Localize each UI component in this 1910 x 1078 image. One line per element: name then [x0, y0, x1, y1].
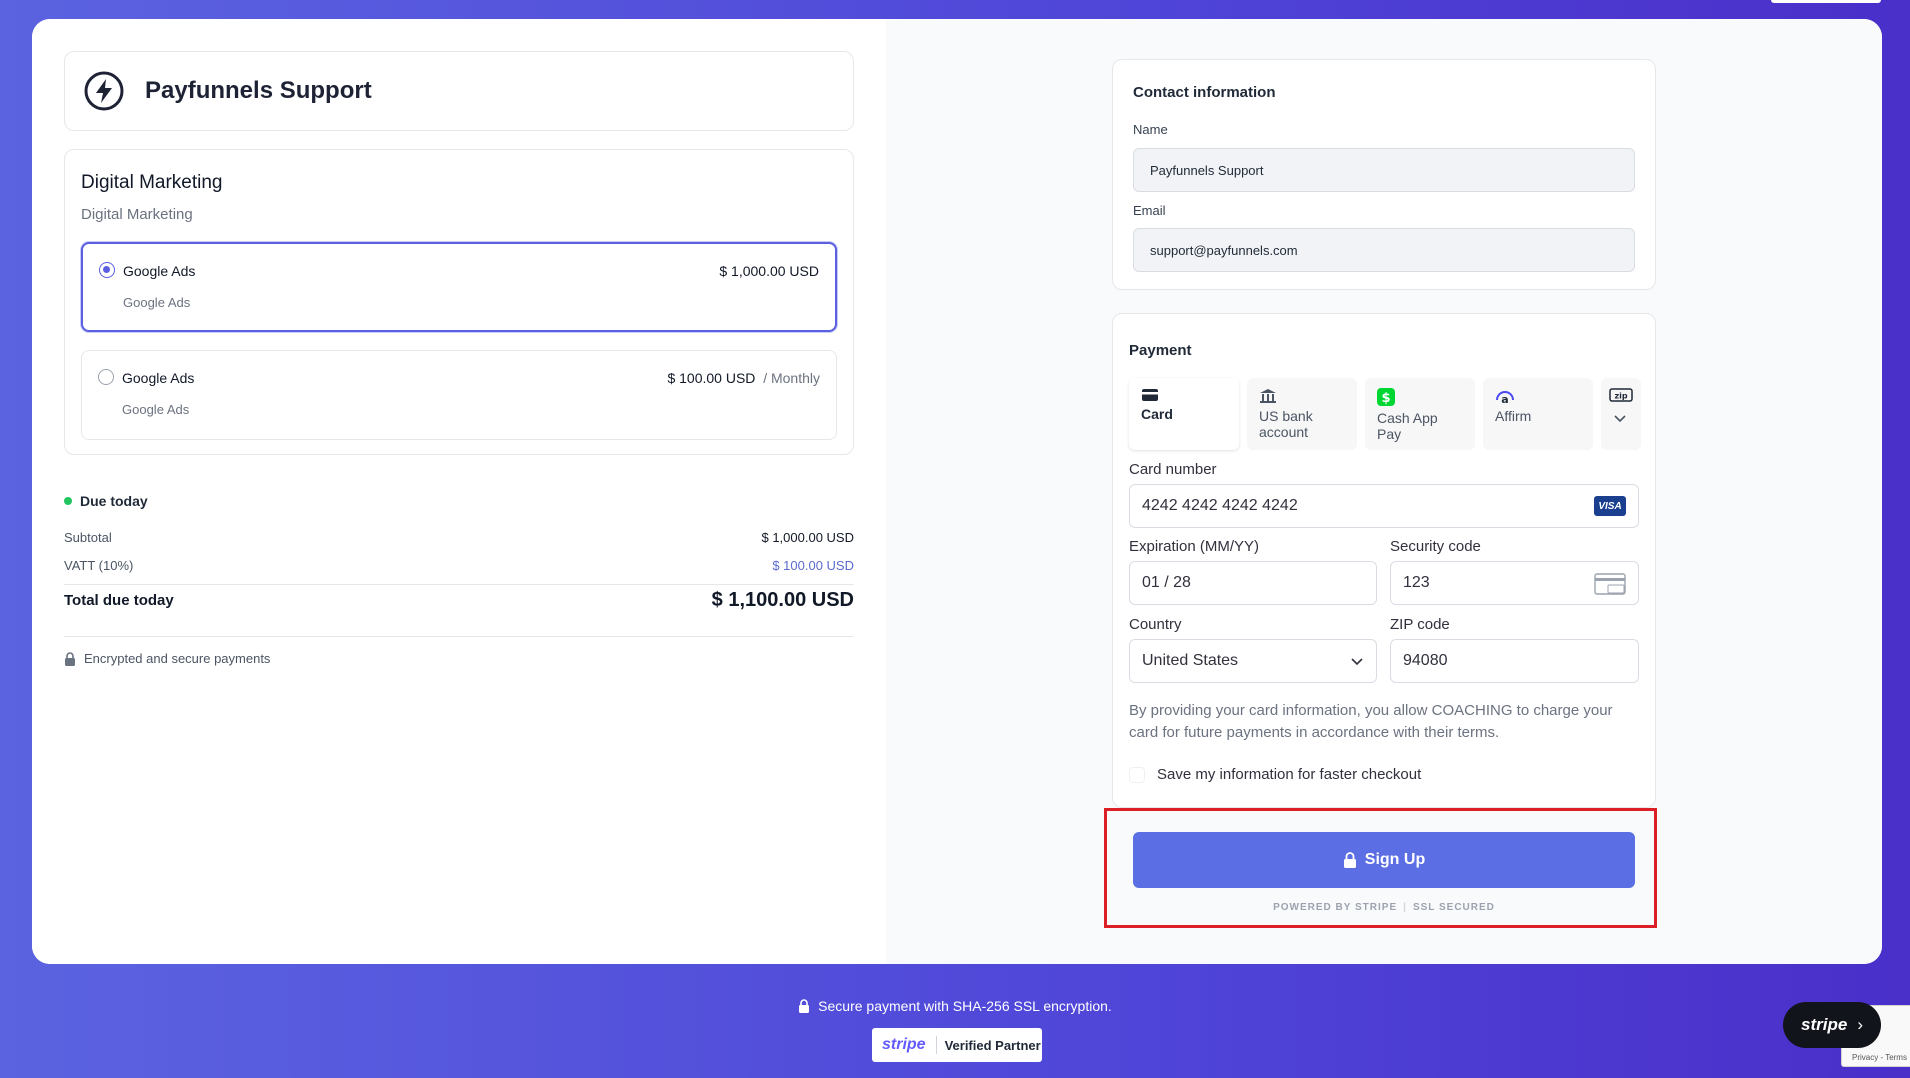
plan-radio[interactable]	[99, 262, 115, 278]
visa-icon: VISA	[1594, 496, 1626, 516]
expiration-label: Expiration (MM/YY)	[1129, 538, 1260, 555]
contact-title: Contact information	[1133, 84, 1276, 101]
cash-app-icon: $	[1377, 388, 1395, 406]
save-info-row[interactable]: Save my information for faster checkout	[1129, 766, 1421, 783]
expiration-input[interactable]: 01 / 28	[1129, 561, 1377, 605]
plan-name: Google Ads	[122, 370, 195, 386]
svg-text:a: a	[1501, 393, 1508, 404]
chevron-down-icon	[1614, 415, 1626, 423]
save-info-checkbox[interactable]	[1129, 766, 1145, 783]
tab-more-methods[interactable]: zip	[1601, 378, 1641, 450]
tax-value: $ 100.00 USD	[772, 558, 854, 573]
sign-up-button[interactable]: Sign Up	[1133, 832, 1635, 888]
card-icon	[1142, 389, 1158, 401]
subtotal-label: Subtotal	[64, 530, 112, 545]
product-subtitle: Digital Marketing	[81, 206, 193, 223]
plan-option-one-time[interactable]: Google Ads Google Ads $ 1,000.00 USD	[81, 242, 837, 332]
lightning-icon	[84, 71, 124, 111]
tab-card[interactable]: Card	[1129, 378, 1239, 450]
plan-price: $ 100.00 USD / Monthly	[667, 370, 820, 386]
plan-radio[interactable]	[98, 369, 114, 385]
recaptcha-terms[interactable]: Privacy - Terms	[1852, 1053, 1907, 1062]
name-field[interactable]: Payfunnels Support	[1133, 148, 1635, 192]
country-label: Country	[1129, 616, 1182, 633]
svg-text:zip: zip	[1614, 392, 1627, 401]
payment-title: Payment	[1129, 342, 1192, 359]
due-today-label: Due today	[64, 493, 148, 509]
plan-option-monthly[interactable]: Google Ads Google Ads $ 100.00 USD / Mon…	[81, 350, 837, 440]
affirm-icon: a	[1496, 391, 1514, 404]
card-number-label: Card number	[1129, 461, 1217, 478]
bank-icon	[1260, 389, 1276, 403]
payment-card: Payment Card US bank account $ Cash App …	[1112, 313, 1656, 808]
powered-by-text: POWERED BY STRIPE | SSL SECURED	[1273, 902, 1495, 913]
tab-cash-app-pay[interactable]: $ Cash App Pay	[1365, 378, 1475, 450]
chevron-right-icon: ›	[1857, 1015, 1863, 1034]
plan-name: Google Ads	[123, 263, 196, 279]
status-dot	[64, 497, 72, 505]
country-select[interactable]: United States	[1129, 639, 1377, 683]
divider	[64, 636, 854, 637]
product-title: Digital Marketing	[81, 172, 223, 193]
brand-name: Payfunnels Support	[145, 77, 372, 104]
plan-price: $ 1,000.00 USD	[719, 263, 819, 279]
contact-information-card: Contact information Name Payfunnels Supp…	[1112, 59, 1656, 290]
tab-affirm[interactable]: a Affirm	[1483, 378, 1593, 450]
top-chip	[1771, 0, 1881, 3]
order-summary-panel: Payfunnels Support Digital Marketing Dig…	[32, 19, 886, 964]
card-number-input[interactable]: 4242 4242 4242 4242 VISA	[1129, 484, 1639, 528]
plan-description: Google Ads	[123, 295, 191, 310]
verified-partner-label: Verified Partner	[944, 1037, 1041, 1053]
tax-label: VATT (10%)	[64, 558, 134, 573]
lock-icon	[1343, 852, 1356, 868]
divider	[64, 584, 854, 585]
total-value: $ 1,100.00 USD	[711, 589, 854, 611]
name-label: Name	[1133, 122, 1168, 137]
cvc-card-icon	[1594, 573, 1626, 595]
zip-code-input[interactable]: 94080	[1390, 639, 1639, 683]
subtotal-row: Subtotal $ 1,000.00 USD	[64, 530, 854, 545]
zip-code-label: ZIP code	[1390, 616, 1450, 633]
stripe-logo: stripe	[872, 1036, 937, 1054]
chevron-down-icon	[1351, 658, 1363, 666]
stripe-verified-partner-badge: stripe Verified Partner	[872, 1028, 1042, 1062]
plan-period: / Monthly	[763, 370, 820, 386]
zip-icon: zip	[1609, 388, 1633, 402]
svg-text:$: $	[1381, 391, 1390, 406]
tax-row: VATT (10%) $ 100.00 USD	[64, 558, 854, 573]
card-consent-text: By providing your card information, you …	[1129, 702, 1613, 741]
subtotal-value: $ 1,000.00 USD	[761, 530, 854, 545]
lock-icon	[799, 999, 810, 1013]
product-card: Digital Marketing Digital Marketing Goog…	[64, 149, 854, 455]
email-label: Email	[1133, 203, 1166, 218]
footer-secure-text: Secure payment with SHA-256 SSL encrypti…	[0, 998, 1910, 1014]
save-info-label: Save my information for faster checkout	[1157, 766, 1422, 783]
security-code-input[interactable]: 123	[1390, 561, 1639, 605]
brand-header: Payfunnels Support	[64, 51, 854, 131]
tab-us-bank-account[interactable]: US bank account	[1247, 378, 1357, 450]
total-label: Total due today	[64, 592, 174, 609]
plan-description: Google Ads	[122, 402, 190, 417]
stripe-pill-button[interactable]: stripe ›	[1783, 1002, 1881, 1048]
lock-icon	[65, 651, 75, 666]
total-row: Total due today $ 1,100.00 USD	[64, 589, 854, 612]
email-field[interactable]: support@payfunnels.com	[1133, 228, 1635, 272]
security-code-label: Security code	[1390, 538, 1481, 555]
secure-payments-note: Encrypted and secure payments	[64, 651, 270, 666]
